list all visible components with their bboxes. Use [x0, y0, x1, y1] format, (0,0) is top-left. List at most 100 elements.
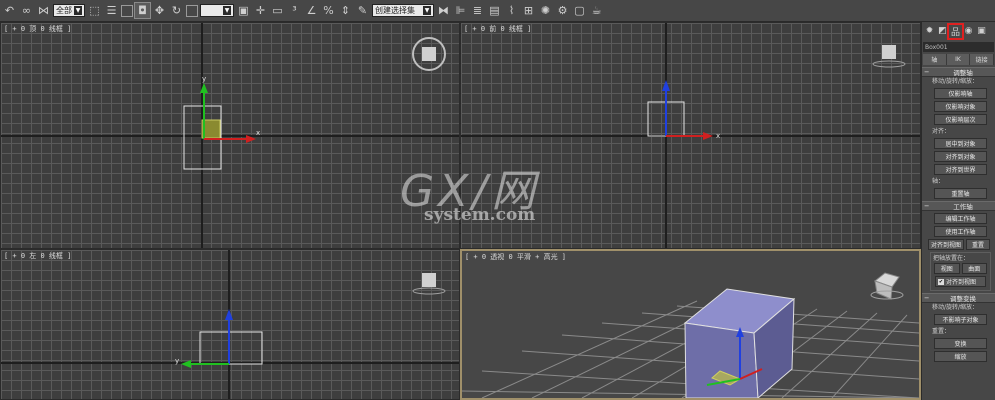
mirror-icon[interactable]: ⧓	[436, 3, 451, 18]
main-toolbar: ↶ ∞ ⋈ 全部 ▼ ⬚ ☰ ◘ ✥ ↻ ▼ ▣ ✛ ▭ ³ ∠ % ⇕ ✎ 创…	[0, 0, 995, 22]
reset-working-pivot-button[interactable]: 重置	[966, 239, 990, 250]
front-viewport-objects: x	[647, 45, 906, 140]
window-crossing-icon[interactable]: ◘	[134, 2, 151, 19]
use-working-pivot-button[interactable]: 使用工作轴	[934, 226, 987, 237]
gizmo-y-label: y	[202, 75, 206, 83]
rendered-frame-window-icon[interactable]: ▢	[572, 3, 587, 18]
select-scale-icon[interactable]	[186, 4, 198, 17]
rollout-adjust-transform[interactable]: − 调整变换	[922, 293, 995, 303]
gizmo-z-arrow	[662, 80, 670, 91]
undo-icon[interactable]: ↶	[2, 3, 17, 18]
reset-transform-button[interactable]: 变换	[934, 338, 987, 349]
edit-named-selection-icon[interactable]: ✎	[355, 3, 370, 18]
rollout-adjust-pivot[interactable]: − 调整轴	[922, 67, 995, 77]
reset-pivot-button[interactable]: 重置轴	[934, 188, 987, 199]
align-reset-row: 对齐到视图 重置	[928, 239, 995, 250]
tab-ik[interactable]: IK	[946, 54, 971, 65]
snap-3d-icon[interactable]: ³	[287, 3, 302, 18]
selection-filter-dropdown[interactable]: 全部 ▼	[53, 4, 85, 17]
gizmo-y-arrow	[181, 360, 191, 368]
object-name-field[interactable]: Box001	[923, 42, 994, 52]
angle-snap-icon[interactable]: ∠	[304, 3, 319, 18]
section-label: 移动/旋转/缩放：	[932, 78, 979, 85]
box-front-face	[684, 322, 759, 398]
surface-button[interactable]: 曲面	[961, 263, 987, 274]
tab-link-info[interactable]: 链接	[970, 54, 995, 65]
viewcube-top	[422, 47, 436, 61]
gizmo-y-arrow	[200, 83, 208, 93]
reference-coordinate-dropdown[interactable]: ▼	[200, 4, 234, 17]
viewcube-ring	[412, 287, 446, 295]
collapse-icon: −	[924, 202, 930, 210]
gizmo-x-label: x	[716, 132, 720, 140]
viewport-top[interactable]: [ + 0 顶 0 线框 ] y x	[0, 22, 460, 249]
hierarchy-sub-tabs: 轴 IK 链接	[923, 54, 995, 65]
align-to-view-button[interactable]: 对齐到视图	[928, 239, 964, 250]
command-panel: ✹ ◩ 品 ◉ ▣ Box001 轴 IK 链接 − 调整轴 移动/旋转/缩放：…	[921, 22, 995, 400]
create-tab-icon[interactable]: ✹	[924, 26, 935, 37]
rollout-title: 工作轴	[953, 203, 973, 211]
render-production-icon[interactable]: ☕	[589, 3, 604, 18]
viewcube-left	[422, 273, 436, 287]
rollout-title: 调整轴	[953, 69, 973, 77]
curve-editor-icon[interactable]: ⌇	[504, 3, 519, 18]
gizmo-x-label: x	[256, 129, 260, 137]
select-by-name-icon[interactable]: ☰	[104, 3, 119, 18]
schematic-view-icon[interactable]: ⊞	[521, 3, 536, 18]
display-tab-icon[interactable]: ▣	[976, 26, 987, 37]
section-label: 轴：	[932, 178, 945, 185]
viewport-perspective[interactable]: [ + 0 透视 0 平滑 + 高光 ]	[460, 249, 921, 400]
group-label: 把轴放置在：	[933, 255, 970, 262]
viewcube-ring	[872, 60, 906, 68]
material-editor-icon[interactable]: ✺	[538, 3, 553, 18]
center-to-object-button[interactable]: 居中到对象	[934, 138, 987, 149]
affect-pivot-only-button[interactable]: 仅影响轴	[934, 88, 987, 99]
spinner-snap-icon[interactable]: ⇕	[338, 3, 353, 18]
dont-affect-children-button[interactable]: 不影响子对象	[934, 314, 987, 325]
align-icon[interactable]: ⊫	[453, 3, 468, 18]
viewport-left[interactable]: [ + 0 左 0 线框 ] y	[0, 249, 460, 400]
place-pivot-row: 视图 曲面	[931, 263, 990, 274]
place-pivot-group: 把轴放置在： 视图 曲面 ✔ 对齐到视图	[930, 252, 991, 291]
view-button[interactable]: 视图	[934, 263, 960, 274]
align-to-world-button[interactable]: 对齐到世界	[934, 164, 987, 175]
gizmo-x-arrow	[703, 132, 713, 140]
motion-tab-icon[interactable]: ◉	[963, 26, 974, 37]
rollout-working-pivot[interactable]: − 工作轴	[922, 201, 995, 211]
toggle-layer-explorer-icon[interactable]: ≣	[470, 3, 485, 18]
link-icon[interactable]: ∞	[19, 3, 34, 18]
viewport-front[interactable]: [ + 0 前 0 线框 ] x	[460, 22, 921, 249]
perspective-viewport-objects	[462, 272, 919, 398]
3ds-max-window: ↶ ∞ ⋈ 全部 ▼ ⬚ ☰ ◘ ✥ ↻ ▼ ▣ ✛ ▭ ³ ∠ % ⇕ ✎ 创…	[0, 0, 995, 400]
checkmark-icon: ✔	[938, 278, 944, 285]
modify-tab-icon[interactable]: ◩	[937, 26, 948, 37]
chevron-down-icon: ▼	[74, 6, 82, 15]
unlink-icon[interactable]: ⋈	[36, 3, 51, 18]
edit-working-pivot-button[interactable]: 编辑工作轴	[934, 213, 987, 224]
toggle-ribbon-icon[interactable]: ▤	[487, 3, 502, 18]
box-object-bounds	[199, 331, 263, 365]
rollout-title: 调整变换	[950, 295, 976, 303]
checkbox-label: 对齐到视图	[946, 279, 977, 286]
select-manipulate-icon[interactable]: ✛	[253, 3, 268, 18]
align-to-object-button[interactable]: 对齐到对象	[934, 151, 987, 162]
tab-pivot[interactable]: 轴	[923, 54, 947, 65]
render-setup-icon[interactable]: ⚙	[555, 3, 570, 18]
reset-scale-button[interactable]: 缩放	[934, 351, 987, 362]
affect-object-only-button[interactable]: 仅影响对象	[934, 101, 987, 112]
viewcube-front	[882, 45, 896, 59]
rectangular-region-icon[interactable]	[121, 4, 133, 17]
named-selection-set-dropdown[interactable]: 创建选择集 ▼	[372, 4, 434, 17]
pivot-center-icon[interactable]: ▣	[236, 3, 251, 18]
section-label: 对齐：	[932, 128, 951, 135]
keyboard-shortcut-icon[interactable]: ▭	[270, 3, 285, 18]
percent-snap-icon[interactable]: %	[321, 3, 336, 18]
hierarchy-tab-icon[interactable]: 品	[947, 22, 964, 40]
select-move-icon[interactable]: ✥	[152, 3, 167, 18]
align-to-view-checkbox[interactable]: ✔ 对齐到视图	[935, 276, 986, 287]
collapse-icon: −	[924, 68, 930, 76]
affect-hierarchy-only-button[interactable]: 仅影响层次	[934, 114, 987, 125]
named-selection-set-value: 创建选择集	[375, 6, 415, 15]
select-object-icon[interactable]: ⬚	[87, 3, 102, 18]
select-rotate-icon[interactable]: ↻	[169, 3, 184, 18]
